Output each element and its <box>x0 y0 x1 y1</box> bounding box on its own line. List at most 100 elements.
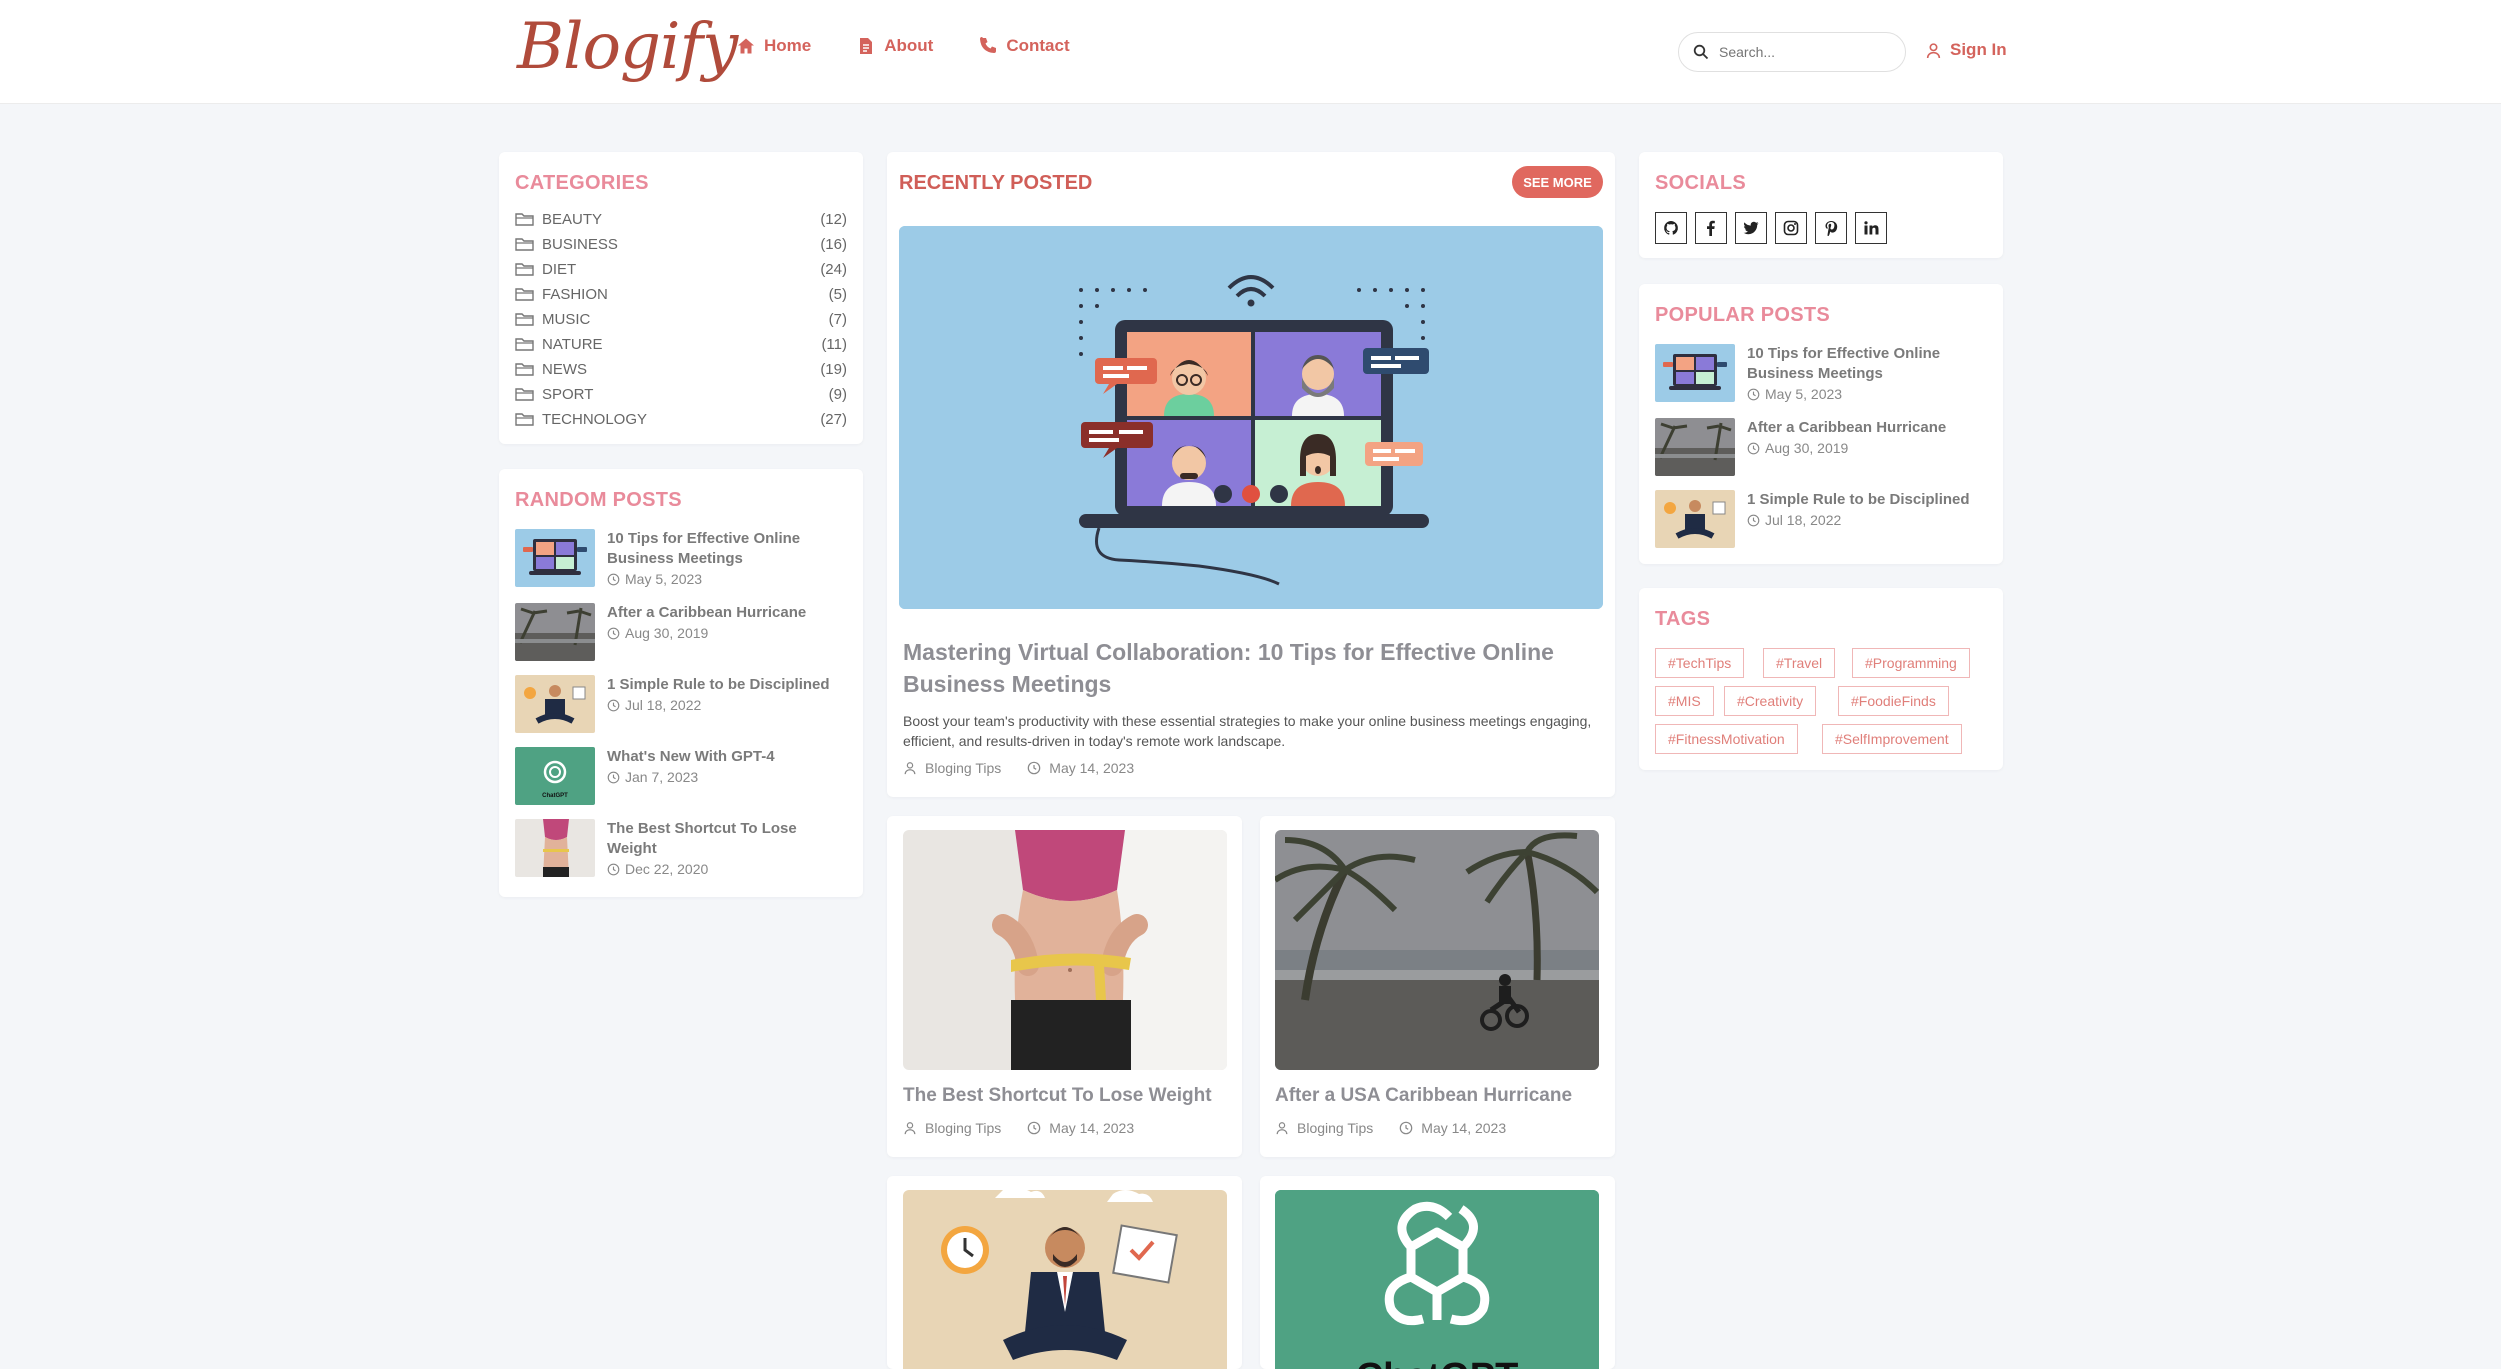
user-icon <box>903 1121 917 1135</box>
clock-icon <box>1747 442 1760 455</box>
category-count: (12) <box>820 210 847 228</box>
pinterest-glyph <box>1825 221 1838 236</box>
post-thumbnail <box>1655 344 1735 402</box>
post-title[interactable]: After a Caribbean Hurricane <box>607 603 847 623</box>
top-header: Blogify Home About Contact Sign In <box>0 0 2501 104</box>
random-post-item[interactable]: After a Caribbean Hurricane Aug 30, 2019 <box>515 603 855 663</box>
random-post-item[interactable]: The Best Shortcut To Lose Weight Dec 22,… <box>515 819 855 879</box>
github-icon[interactable] <box>1655 212 1687 244</box>
clock-icon <box>1747 514 1760 527</box>
category-name: TECHNOLOGY <box>542 410 648 428</box>
chatgpt-label: ChatGPT <box>1275 1358 1599 1369</box>
tag-chip[interactable]: #Creativity <box>1724 686 1817 716</box>
post-title[interactable]: What's New With GPT-4 <box>607 747 847 767</box>
tag-chip[interactable]: #TechTips <box>1655 648 1745 678</box>
post-title[interactable]: 1 Simple Rule to be Disciplined <box>1747 490 1987 510</box>
post-title[interactable]: 10 Tips for Effective Online Business Me… <box>607 529 847 569</box>
nav-home-label: Home <box>764 36 812 55</box>
category-item[interactable]: MUSIC (7) <box>515 307 847 331</box>
post-image[interactable] <box>903 1190 1227 1369</box>
random-post-item[interactable]: What's New With GPT-4 Jan 7, 2023 <box>515 747 855 807</box>
tag-chip[interactable]: #SelfImprovement <box>1822 724 1962 754</box>
post-meta: Bloging Tips May 14, 2023 <box>903 1120 1134 1136</box>
post-title[interactable]: After a USA Caribbean Hurricane <box>1275 1085 1572 1107</box>
category-item[interactable]: TECHNOLOGY (27) <box>515 407 847 431</box>
category-name: BUSINESS <box>542 235 618 253</box>
category-item[interactable]: NEWS (19) <box>515 357 847 381</box>
clock-icon <box>1027 761 1041 775</box>
instagram-icon[interactable] <box>1775 212 1807 244</box>
post-thumbnail <box>515 603 595 661</box>
post-title[interactable]: The Best Shortcut To Lose Weight <box>903 1085 1212 1107</box>
post-meta: Bloging Tips May 14, 2023 <box>1275 1120 1506 1136</box>
folder-icon <box>515 362 535 376</box>
hero-post-excerpt: Boost your team's productivity with thes… <box>903 713 1592 749</box>
post-title[interactable]: The Best Shortcut To Lose Weight <box>607 819 847 859</box>
category-item[interactable]: SPORT (9) <box>515 382 847 406</box>
tags-title: TAGS <box>1655 608 1711 630</box>
category-count: (5) <box>828 285 847 303</box>
see-more-button[interactable]: SEE MORE <box>1512 166 1603 198</box>
tag-chip[interactable]: #Travel <box>1763 648 1836 678</box>
tag-chip[interactable]: #Programming <box>1852 648 1970 678</box>
main-nav: Home About Contact <box>737 36 1070 56</box>
post-image[interactable]: ChatGPT <box>1275 1190 1599 1369</box>
nav-contact[interactable]: Contact <box>979 36 1070 56</box>
tag-chip[interactable]: #MIS <box>1655 686 1714 716</box>
post-image[interactable] <box>903 830 1227 1070</box>
post-date-text: May 5, 2023 <box>1765 386 1843 402</box>
site-logo[interactable]: Blogify <box>517 10 738 84</box>
post-date-text: Aug 30, 2019 <box>625 625 709 641</box>
popular-post-item[interactable]: 10 Tips for Effective Online Business Me… <box>1655 344 1995 404</box>
folder-icon <box>515 412 535 426</box>
category-item[interactable]: FASHION (5) <box>515 282 847 306</box>
category-item[interactable]: BEAUTY (12) <box>515 207 847 231</box>
discipline-photo <box>903 1190 1227 1369</box>
category-item[interactable]: NATURE (11) <box>515 332 847 356</box>
post-author[interactable]: Bloging Tips <box>1297 1120 1373 1136</box>
hero-post-title[interactable]: Mastering Virtual Collaboration: 10 Tips… <box>903 636 1603 700</box>
search-input[interactable] <box>1719 44 1879 60</box>
popular-post-item[interactable]: 1 Simple Rule to be Disciplined Jul 18, … <box>1655 490 1995 550</box>
post-title[interactable]: After a Caribbean Hurricane <box>1747 418 1987 438</box>
category-count: (16) <box>820 235 847 253</box>
clock-icon <box>607 627 620 640</box>
search-box[interactable] <box>1678 32 1906 72</box>
popular-posts-title: POPULAR POSTS <box>1655 304 1831 326</box>
linkedin-icon[interactable] <box>1855 212 1887 244</box>
post-date: May 5, 2023 <box>607 571 702 587</box>
nav-home[interactable]: Home <box>737 36 811 56</box>
category-item[interactable]: BUSINESS (16) <box>515 232 847 256</box>
post-title[interactable]: 10 Tips for Effective Online Business Me… <box>1747 344 1987 384</box>
home-icon <box>738 38 754 54</box>
popular-posts-card: POPULAR POSTS 10 Tips for Effective Onli… <box>1639 284 2003 564</box>
post-thumbnail <box>1655 490 1735 548</box>
post-title[interactable]: 1 Simple Rule to be Disciplined <box>607 675 847 695</box>
random-post-item[interactable]: 10 Tips for Effective Online Business Me… <box>515 529 855 589</box>
nav-about[interactable]: About <box>857 36 933 56</box>
nav-about-label: About <box>884 36 934 55</box>
post-author[interactable]: Bloging Tips <box>925 1120 1001 1136</box>
popular-post-item[interactable]: After a Caribbean Hurricane Aug 30, 2019 <box>1655 418 1995 478</box>
pinterest-icon[interactable] <box>1815 212 1847 244</box>
category-count: (9) <box>828 385 847 403</box>
random-posts-title: RANDOM POSTS <box>515 489 682 511</box>
post-date: Aug 30, 2019 <box>1747 440 1848 456</box>
recent-title: RECENTLY POSTED <box>899 172 1093 194</box>
hero-image[interactable] <box>899 226 1603 609</box>
tag-chip[interactable]: #FoodieFinds <box>1838 686 1949 716</box>
post-image[interactable] <box>1275 830 1599 1070</box>
document-icon <box>860 38 873 54</box>
facebook-icon[interactable] <box>1695 212 1727 244</box>
category-name: MUSIC <box>542 310 591 328</box>
tag-chip[interactable]: #FitnessMotivation <box>1655 724 1798 754</box>
random-post-item[interactable]: 1 Simple Rule to be Disciplined Jul 18, … <box>515 675 855 735</box>
category-item[interactable]: DIET (24) <box>515 257 847 281</box>
folder-icon <box>515 312 535 326</box>
post-date-text: May 5, 2023 <box>625 571 703 587</box>
twitter-icon[interactable] <box>1735 212 1767 244</box>
folder-icon <box>515 262 535 276</box>
instagram-glyph <box>1783 220 1799 236</box>
post-author[interactable]: Bloging Tips <box>925 760 1001 776</box>
sign-in-link[interactable]: Sign In <box>1925 40 2007 60</box>
